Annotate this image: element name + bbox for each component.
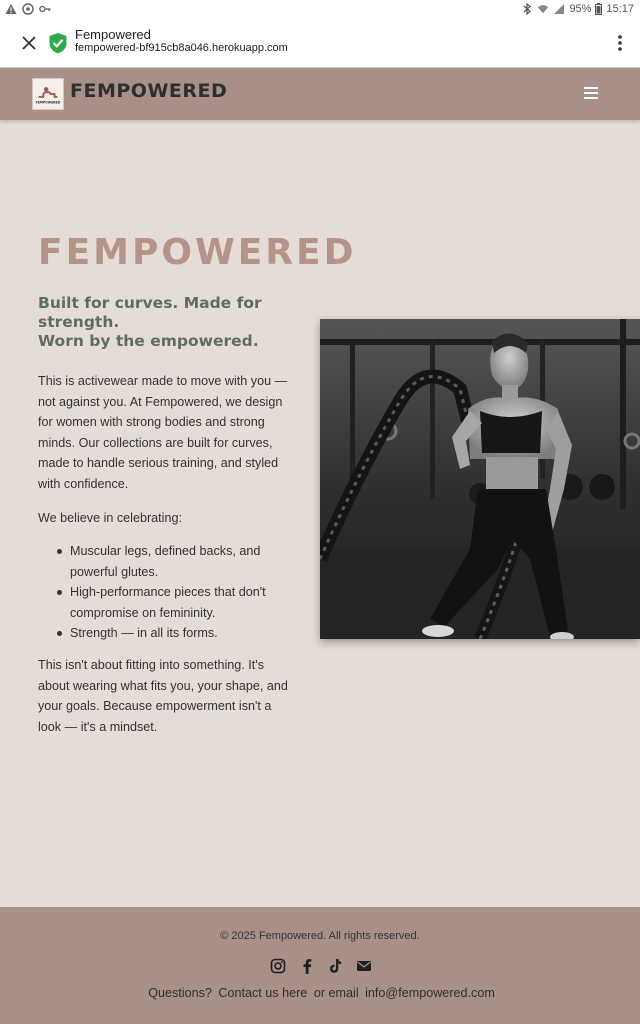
beliefs-intro: We believe in celebrating: xyxy=(38,511,182,525)
warning-icon xyxy=(5,4,17,14)
tiktok-icon[interactable] xyxy=(327,958,343,974)
more-vert-icon[interactable] xyxy=(610,31,630,55)
tagline-line: Built for curves. Made for strength. xyxy=(38,294,262,331)
hero-image xyxy=(320,319,640,639)
shield-check-icon[interactable] xyxy=(47,31,69,55)
intro-paragraph: This is activewear made to move with you… xyxy=(38,374,288,491)
page-heading: FEMPOWERED xyxy=(38,232,357,273)
tagline-line: Worn by the empowered. xyxy=(38,332,259,350)
site-header: FEMPOWERED FEMPOWERED xyxy=(0,68,640,120)
clock: 15:17 xyxy=(606,3,634,15)
beliefs-list: Muscular legs, defined backs, and powerf… xyxy=(56,541,288,644)
contact-link[interactable]: Contact us here xyxy=(218,986,307,1000)
social-links xyxy=(270,956,372,976)
status-bar: 95% 15:17 xyxy=(0,0,640,20)
list-item: Strength — in all its forms. xyxy=(56,623,288,644)
email-link[interactable]: info@fempowered.com xyxy=(365,986,495,1000)
closing-paragraph: This isn't about fitting into something.… xyxy=(38,658,288,734)
site-brand-name[interactable]: FEMPOWERED xyxy=(70,80,227,102)
or-email-label: or email xyxy=(313,986,359,1000)
logo-caption: FEMPOWERED xyxy=(36,100,61,104)
copyright-text: © 2025 Fempowered. All rights reserved. xyxy=(220,930,420,942)
browser-tab-bar: Fempowered fempowered-bf915cb8a046.herok… xyxy=(0,20,640,68)
site-logo[interactable]: FEMPOWERED xyxy=(32,78,64,110)
hamburger-icon[interactable] xyxy=(582,85,600,101)
list-item: Muscular legs, defined backs, and powerf… xyxy=(56,541,288,582)
logo-mark: FEMPOWERED xyxy=(33,79,63,109)
key-icon xyxy=(39,5,51,13)
bluetooth-icon xyxy=(524,3,532,15)
sync-icon xyxy=(22,3,34,15)
tab-url[interactable]: fempowered-bf915cb8a046.herokuapp.com xyxy=(75,42,288,54)
tab-title: Fempowered xyxy=(75,27,151,42)
contact-line: Questions? Contact us here or email info… xyxy=(0,986,640,1000)
signal-icon xyxy=(554,4,565,14)
facebook-icon[interactable] xyxy=(299,958,315,974)
questions-label: Questions? xyxy=(148,986,212,1000)
battery-level: 95% xyxy=(569,3,592,15)
wifi-icon xyxy=(538,5,549,14)
instagram-icon[interactable] xyxy=(270,958,286,974)
site-footer: © 2025 Fempowered. All rights reserved. … xyxy=(0,907,640,1024)
battery-icon xyxy=(595,3,603,15)
woman-battle-ropes-photo xyxy=(320,319,640,639)
email-icon[interactable] xyxy=(356,958,372,974)
list-item: High-performance pieces that don't compr… xyxy=(56,582,288,623)
tagline: Built for curves. Made for strength. Wor… xyxy=(38,294,308,351)
close-icon[interactable] xyxy=(17,31,41,55)
